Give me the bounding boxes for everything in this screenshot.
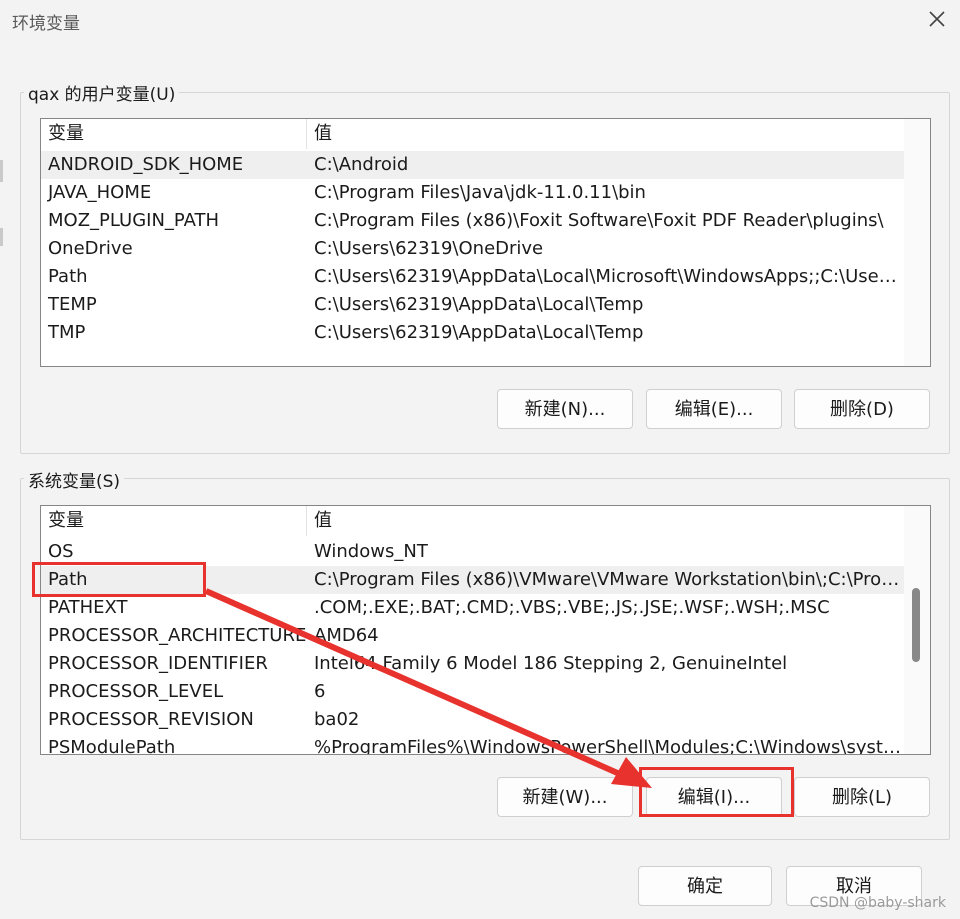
window-title: 环境变量 [12,14,80,34]
variable-value: C:\Users\62319\AppData\Local\Temp [314,294,644,315]
variable-value: Intel64 Family 6 Model 186 Stepping 2, G… [314,653,788,674]
variable-value: C:\Program Files (x86)\Foxit Software\Fo… [314,210,884,231]
table-row[interactable]: PROCESSOR_IDENTIFIER Intel64 Family 6 Mod… [41,650,930,678]
table-row[interactable]: OneDrive C:\Users\62319\OneDrive [41,235,930,263]
variable-name: PROCESSOR_IDENTIFIER [48,653,268,674]
variable-value: C:\Program Files (x86)\VMware\VMware Wor… [314,569,904,590]
variable-name: JAVA_HOME [48,182,152,203]
variable-value: ba02 [314,709,360,730]
user-edit-button[interactable]: 编辑(E)... [646,389,782,429]
highlight-edit-box [639,767,794,817]
table-row[interactable]: PSModulePath %ProgramFiles%\WindowsPowerS… [41,734,930,755]
title-bar: 环境变量 [0,0,960,44]
table-row[interactable]: JAVA_HOME C:\Program Files\Java\jdk-11.0.… [41,179,930,207]
column-separator[interactable] [306,506,307,536]
variable-value: %ProgramFiles%\WindowsPowerShell\Modules… [314,737,904,755]
watermark: CSDN @baby-shark [809,895,946,911]
variable-value: AMD64 [314,625,379,646]
list-header: 变量 值 [41,506,903,536]
scrollbar[interactable] [904,506,930,754]
header-variable[interactable]: 变量 [48,119,84,149]
variable-name: Path [48,266,88,287]
table-row[interactable]: PATHEXT .COM;.EXE;.BAT;.CMD;.VBS;.VBE;.JS… [41,594,930,622]
background-edge [0,228,3,246]
header-variable[interactable]: 变量 [48,506,84,536]
variable-name: PROCESSOR_REVISION [48,709,254,730]
variable-name: PATHEXT [48,597,128,618]
user-vars-list[interactable]: 变量 值 ANDROID_SDK_HOME C:\Android JAVA_HOME… [40,118,931,367]
variable-value: C:\Users\62319\AppData\Local\Microsoft\W… [314,266,904,287]
table-row[interactable]: MOZ_PLUGIN_PATH C:\Program Files (x86)\Fo… [41,207,930,235]
user-vars-label: qax 的用户变量(U) [24,80,180,105]
list-header: 变量 值 [41,119,903,149]
highlight-path-box [32,562,206,597]
system-new-button[interactable]: 新建(W)... [497,777,633,817]
system-delete-button[interactable]: 删除(L) [794,777,930,817]
variable-name: PSModulePath [48,737,176,755]
variable-name: PROCESSOR_LEVEL [48,681,224,702]
table-row[interactable]: PROCESSOR_ARCHITECTURE AMD64 [41,622,930,650]
variable-value: C:\Program Files\Java\jdk-11.0.11\bin [314,182,646,203]
table-row[interactable]: PROCESSOR_LEVEL 6 [41,678,930,706]
variable-value: C:\Android [314,154,409,175]
close-icon[interactable] [922,4,952,34]
variable-name: TEMP [48,294,97,315]
background-edge [0,160,3,182]
ok-button[interactable]: 确定 [638,866,772,906]
variable-name: TMP [48,322,86,343]
table-row[interactable]: TMP C:\Users\62319\AppData\Local\Temp [41,319,930,347]
scrollbar-thumb[interactable] [912,588,920,662]
column-separator[interactable] [306,119,307,149]
header-value[interactable]: 值 [314,506,332,536]
table-row[interactable]: PROCESSOR_REVISION ba02 [41,706,930,734]
variable-value: 6 [314,681,326,702]
variable-name: MOZ_PLUGIN_PATH [48,210,220,231]
table-row[interactable]: Path C:\Users\62319\AppData\Local\Microso… [41,263,930,291]
variable-name: PROCESSOR_ARCHITECTURE [48,625,307,646]
variable-value: Windows_NT [314,541,428,562]
scrollbar[interactable] [904,119,930,366]
table-row[interactable]: TEMP C:\Users\62319\AppData\Local\Temp [41,291,930,319]
user-delete-button[interactable]: 删除(D) [794,389,930,429]
variable-name: ANDROID_SDK_HOME [48,154,244,175]
variable-name: OneDrive [48,238,133,259]
table-row[interactable]: ANDROID_SDK_HOME C:\Android [41,151,930,179]
system-vars-label: 系统变量(S) [24,467,125,492]
variable-value: .COM;.EXE;.BAT;.CMD;.VBS;.VBE;.JS;.JSE;.… [314,597,830,618]
variable-value: C:\Users\62319\AppData\Local\Temp [314,322,644,343]
user-new-button[interactable]: 新建(N)... [497,389,633,429]
header-value[interactable]: 值 [314,119,332,149]
system-vars-list[interactable]: 变量 值 OS Windows_NT Path C:\Program Files (x… [40,505,931,755]
variable-value: C:\Users\62319\OneDrive [314,238,544,259]
